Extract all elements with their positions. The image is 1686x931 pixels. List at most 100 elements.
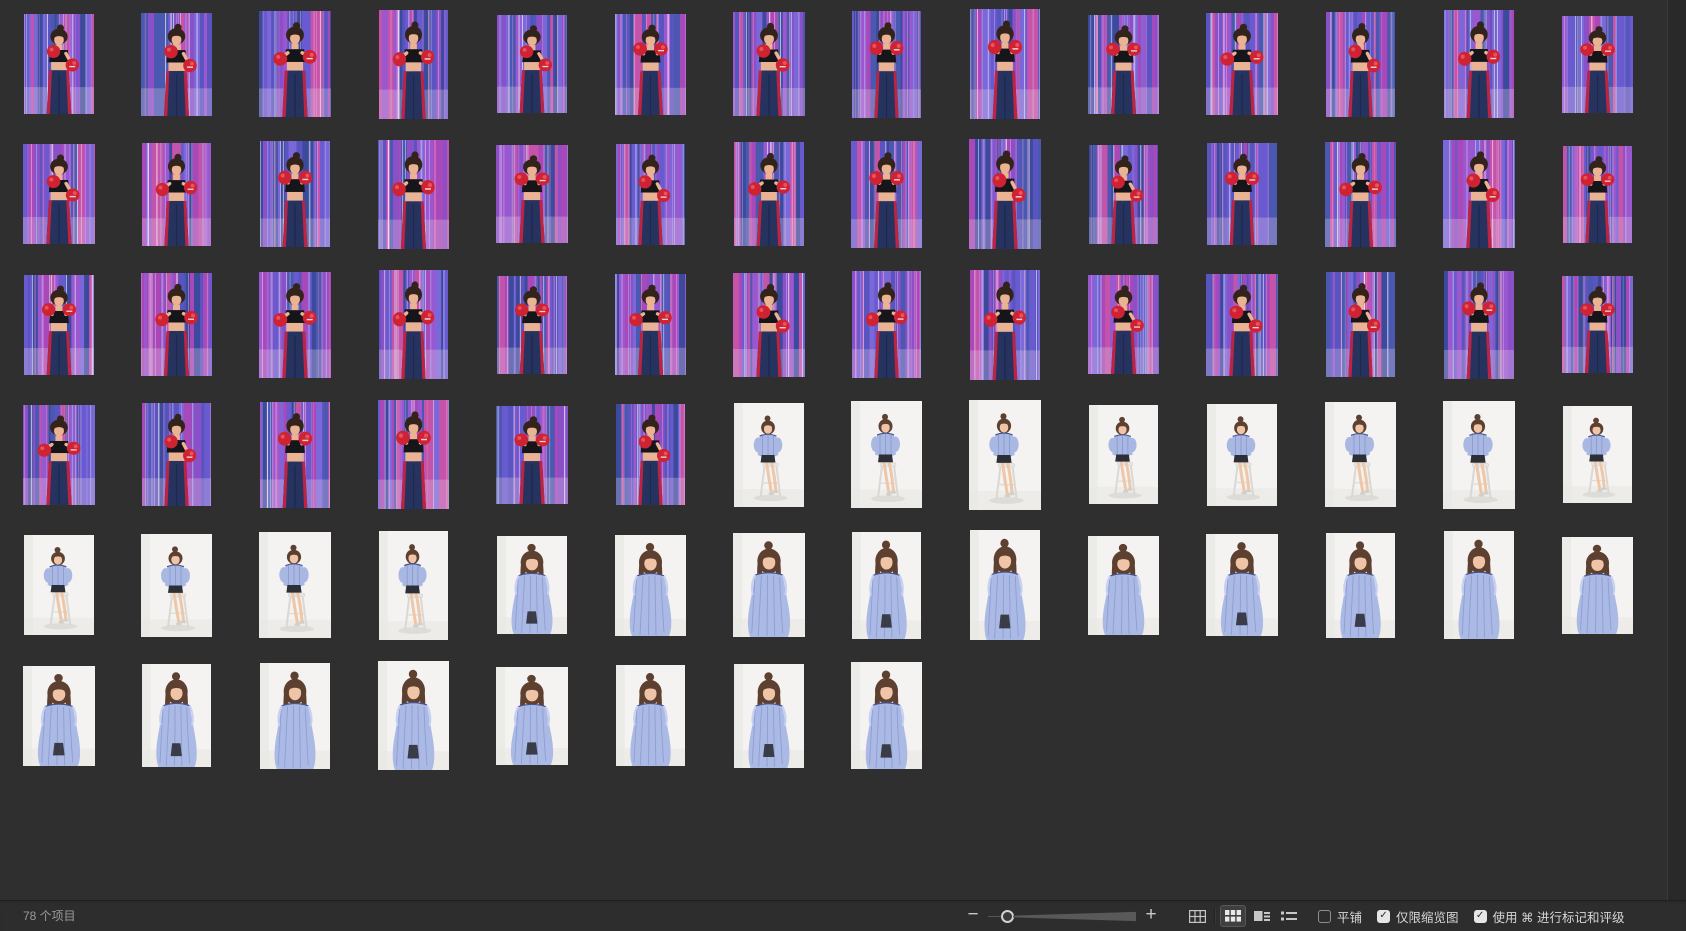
zoom-in-button[interactable]: + <box>1141 901 1161 931</box>
photo-thumbnail[interactable] <box>1207 404 1277 506</box>
photo-thumbnail[interactable] <box>1088 536 1159 635</box>
photo-thumbnail[interactable] <box>733 12 805 116</box>
photo-thumbnail[interactable] <box>616 404 685 505</box>
photo-thumbnail[interactable] <box>733 533 805 637</box>
photo-thumbnail[interactable] <box>734 403 804 507</box>
photo-thumbnail[interactable] <box>142 664 211 767</box>
grid-lock-view-button[interactable] <box>1184 905 1210 927</box>
list-view-button[interactable] <box>1276 905 1302 927</box>
photo-thumbnail[interactable] <box>24 535 94 635</box>
photo-thumbnail[interactable] <box>1206 534 1278 636</box>
photo-thumbnail[interactable] <box>1563 406 1632 503</box>
photo-thumbnail[interactable] <box>378 140 449 249</box>
photo-thumbnail[interactable] <box>615 535 686 636</box>
photo-thumbnail[interactable] <box>1326 12 1395 117</box>
photo-thumbnail[interactable] <box>1562 537 1633 634</box>
photo-thumbnail[interactable] <box>24 275 94 375</box>
photo-thumbnail[interactable] <box>23 405 95 505</box>
photo-thumbnail[interactable] <box>851 401 922 508</box>
photo-thumbnail[interactable] <box>734 142 804 246</box>
badge-rating-checkbox[interactable]: ✓ <box>1474 910 1487 923</box>
details-icon <box>1254 910 1270 922</box>
photo-thumbnail[interactable] <box>1206 13 1278 115</box>
photo-thumbnail[interactable] <box>24 14 94 114</box>
tile-checkbox[interactable]: ✓ <box>1318 910 1331 923</box>
photo-thumbnail[interactable] <box>497 15 567 113</box>
photo-thumbnail[interactable] <box>1326 272 1395 377</box>
photo-thumbnail[interactable] <box>852 11 921 118</box>
photo-thumbnail[interactable] <box>1325 142 1396 247</box>
badge-rating-toggle-label: 使用 ⌘ 进行标记和评级 <box>1493 907 1625 926</box>
photo-thumbnail[interactable] <box>378 400 449 509</box>
photo-thumbnail[interactable] <box>969 400 1041 510</box>
photo-thumbnail[interactable] <box>616 144 685 245</box>
photo-thumbnail[interactable] <box>1444 531 1514 639</box>
photo-thumbnail[interactable] <box>734 664 804 768</box>
photo-thumbnail[interactable] <box>1088 15 1159 114</box>
photo-thumbnail[interactable] <box>141 13 212 116</box>
view-buttons-separator <box>1214 908 1216 924</box>
photo-thumbnail[interactable] <box>23 666 95 766</box>
photo-thumbnail[interactable] <box>1443 140 1515 248</box>
photo-thumbnail[interactable] <box>1563 146 1632 243</box>
photo-thumbnail[interactable] <box>260 663 330 769</box>
photo-thumbnail[interactable] <box>852 532 921 639</box>
photo-thumbnail[interactable] <box>1089 145 1158 244</box>
thumbnail-only-checkbox[interactable]: ✓ <box>1377 910 1390 923</box>
thumbnail-view-button[interactable] <box>1220 905 1246 927</box>
photo-thumbnail[interactable] <box>496 145 568 243</box>
slider-track[interactable] <box>1013 911 1136 922</box>
photo-thumbnail[interactable] <box>259 532 331 638</box>
photo-thumbnail[interactable] <box>1206 274 1278 376</box>
photo-thumbnail[interactable] <box>496 667 568 765</box>
photo-thumbnail[interactable] <box>733 273 805 377</box>
photo-thumbnail[interactable] <box>23 144 95 244</box>
photo-thumbnail[interactable] <box>497 536 567 634</box>
thumbnail-only-toggle-label: 仅限缩览图 <box>1396 907 1459 926</box>
photo-thumbnail[interactable] <box>260 141 330 247</box>
photo-thumbnail[interactable] <box>142 403 211 506</box>
thumbnail-only-toggle[interactable]: ✓ 仅限缩览图 <box>1377 907 1459 926</box>
photo-thumbnail[interactable] <box>851 662 922 769</box>
photo-thumbnail[interactable] <box>497 276 567 374</box>
photo-thumbnail[interactable] <box>1207 143 1277 245</box>
photo-thumbnail[interactable] <box>1443 401 1515 509</box>
photo-thumbnail[interactable] <box>615 14 686 115</box>
photo-thumbnail[interactable] <box>141 273 212 376</box>
details-view-button[interactable] <box>1249 905 1275 927</box>
photo-thumbnail[interactable] <box>379 270 448 379</box>
photo-thumbnail[interactable] <box>852 271 921 378</box>
photo-thumbnail[interactable] <box>1326 533 1395 638</box>
photo-thumbnail[interactable] <box>1089 405 1158 504</box>
scrollbar-gutter[interactable] <box>1667 0 1686 901</box>
photo-thumbnail[interactable] <box>1444 271 1514 379</box>
photo-thumbnail[interactable] <box>970 270 1040 380</box>
slider-knob[interactable] <box>1001 910 1014 923</box>
badge-rating-toggle[interactable]: ✓ 使用 ⌘ 进行标记和评级 <box>1474 907 1625 926</box>
photo-thumbnail[interactable] <box>142 143 211 246</box>
photo-thumbnail[interactable] <box>259 272 331 378</box>
photo-thumbnail[interactable] <box>260 402 330 508</box>
list-icon <box>1281 911 1297 922</box>
photo-thumbnail[interactable] <box>496 406 568 504</box>
photo-thumbnail[interactable] <box>616 665 685 766</box>
photo-thumbnail[interactable] <box>1325 402 1396 507</box>
photo-thumbnail[interactable] <box>378 661 449 770</box>
photo-thumbnail[interactable] <box>969 139 1041 249</box>
photo-thumbnail[interactable] <box>1444 10 1514 118</box>
photo-thumbnail[interactable] <box>379 10 448 119</box>
photo-thumbnail[interactable] <box>970 9 1040 119</box>
photo-thumbnail[interactable] <box>1562 276 1633 373</box>
photo-thumbnail[interactable] <box>615 274 686 375</box>
photo-thumbnail[interactable] <box>141 534 212 637</box>
photo-thumbnail[interactable] <box>970 530 1040 640</box>
zoom-out-button[interactable]: − <box>963 901 983 931</box>
tile-toggle[interactable]: ✓ 平铺 <box>1318 907 1362 926</box>
photo-thumbnail[interactable] <box>1088 275 1159 374</box>
photo-thumbnail[interactable] <box>851 141 922 248</box>
photo-thumbnail[interactable] <box>259 11 331 117</box>
thumbnail-size-slider[interactable] <box>988 901 1138 931</box>
thumbnails-grid-icon <box>1225 910 1241 922</box>
photo-thumbnail[interactable] <box>379 531 448 640</box>
photo-thumbnail[interactable] <box>1562 16 1633 113</box>
